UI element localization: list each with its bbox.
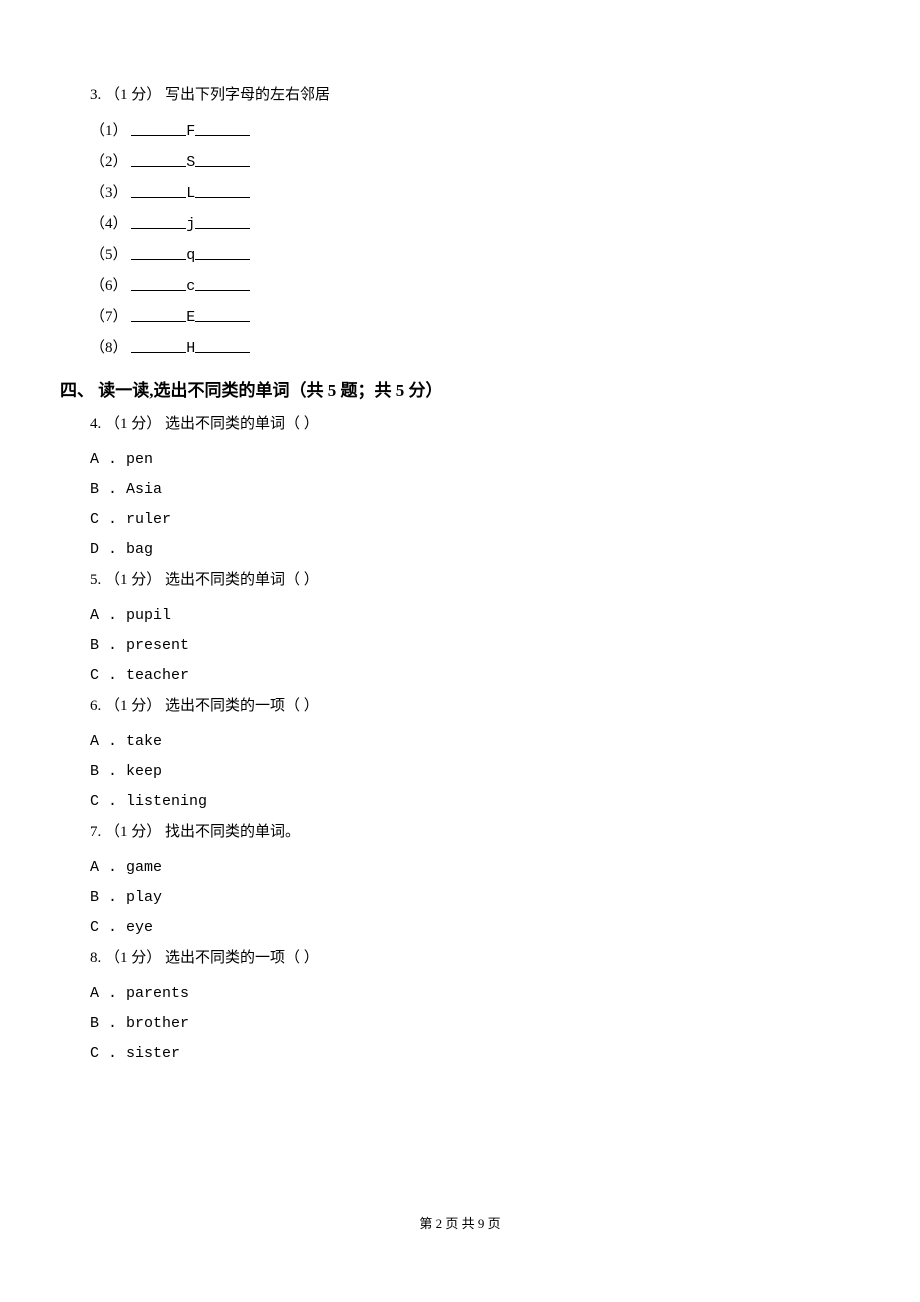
letter: F <box>186 123 195 140</box>
blank-before[interactable] <box>131 150 186 167</box>
sub-num: （5） <box>90 247 128 263</box>
blank-after[interactable] <box>195 336 250 353</box>
letter: S <box>186 154 195 171</box>
letter: L <box>186 185 195 202</box>
sub-num: （6） <box>90 278 128 294</box>
question-4-prompt: 4. （1 分） 选出不同类的单词（ ） <box>90 409 860 439</box>
question-7-option-c[interactable]: C . eye <box>90 913 860 943</box>
blank-before[interactable] <box>131 274 186 291</box>
sub-num: （8） <box>90 340 128 356</box>
question-3-sub-2: （2） S <box>90 147 860 178</box>
question-6-prompt: 6. （1 分） 选出不同类的一项（ ） <box>90 691 860 721</box>
question-6-option-b[interactable]: B . keep <box>90 757 860 787</box>
question-3-prompt: 3. （1 分） 写出下列字母的左右邻居 <box>90 80 860 110</box>
page-footer: 第 2 页 共 9 页 <box>0 1213 920 1232</box>
question-3-sub-8: （8） H <box>90 333 860 364</box>
blank-before[interactable] <box>131 181 186 198</box>
blank-letter-row: H <box>131 334 250 364</box>
blank-after[interactable] <box>195 181 250 198</box>
question-3-sub-5: （5） q <box>90 240 860 271</box>
question-3-sub-3: （3） L <box>90 178 860 209</box>
blank-after[interactable] <box>195 274 250 291</box>
question-4-option-c[interactable]: C . ruler <box>90 505 860 535</box>
question-6-option-a[interactable]: A . take <box>90 727 860 757</box>
blank-before[interactable] <box>131 212 186 229</box>
section-4-header: 四、 读一读,选出不同类的单词（共 5 题；共 5 分） <box>60 376 860 401</box>
blank-letter-row: F <box>131 117 250 147</box>
letter: q <box>186 247 195 264</box>
blank-letter-row: E <box>131 303 250 333</box>
letter: j <box>186 216 195 233</box>
letter: E <box>186 309 195 326</box>
question-8-option-a[interactable]: A . parents <box>90 979 860 1009</box>
question-5-prompt: 5. （1 分） 选出不同类的单词（ ） <box>90 565 860 595</box>
blank-after[interactable] <box>195 243 250 260</box>
blank-letter-row: j <box>131 210 250 240</box>
letter: c <box>186 278 195 295</box>
sub-num: （7） <box>90 309 128 325</box>
sub-num: （3） <box>90 185 128 201</box>
blank-after[interactable] <box>195 212 250 229</box>
question-5-option-a[interactable]: A . pupil <box>90 601 860 631</box>
question-8-option-c[interactable]: C . sister <box>90 1039 860 1069</box>
question-4-option-b[interactable]: B . Asia <box>90 475 860 505</box>
question-8-prompt: 8. （1 分） 选出不同类的一项（ ） <box>90 943 860 973</box>
sub-num: （4） <box>90 216 128 232</box>
blank-before[interactable] <box>131 243 186 260</box>
blank-before[interactable] <box>131 119 186 136</box>
blank-before[interactable] <box>131 336 186 353</box>
page-body: 3. （1 分） 写出下列字母的左右邻居 （1） F （2） S （3） L （… <box>0 0 920 1109</box>
blank-before[interactable] <box>131 305 186 322</box>
question-3-sub-7: （7） E <box>90 302 860 333</box>
sub-num: （2） <box>90 154 128 170</box>
question-7-prompt: 7. （1 分） 找出不同类的单词。 <box>90 817 860 847</box>
question-4-option-a[interactable]: A . pen <box>90 445 860 475</box>
sub-num: （1） <box>90 123 128 139</box>
question-5-option-b[interactable]: B . present <box>90 631 860 661</box>
letter: H <box>186 340 195 357</box>
blank-letter-row: L <box>131 179 250 209</box>
blank-letter-row: q <box>131 241 250 271</box>
blank-after[interactable] <box>195 305 250 322</box>
question-4-option-d[interactable]: D . bag <box>90 535 860 565</box>
question-6-option-c[interactable]: C . listening <box>90 787 860 817</box>
question-3-sub-4: （4） j <box>90 209 860 240</box>
question-7-option-b[interactable]: B . play <box>90 883 860 913</box>
blank-letter-row: c <box>131 272 250 302</box>
question-3-sub-6: （6） c <box>90 271 860 302</box>
question-5-option-c[interactable]: C . teacher <box>90 661 860 691</box>
blank-letter-row: S <box>131 148 250 178</box>
question-8-option-b[interactable]: B . brother <box>90 1009 860 1039</box>
blank-after[interactable] <box>195 119 250 136</box>
question-3-sub-1: （1） F <box>90 116 860 147</box>
question-7-option-a[interactable]: A . game <box>90 853 860 883</box>
blank-after[interactable] <box>195 150 250 167</box>
